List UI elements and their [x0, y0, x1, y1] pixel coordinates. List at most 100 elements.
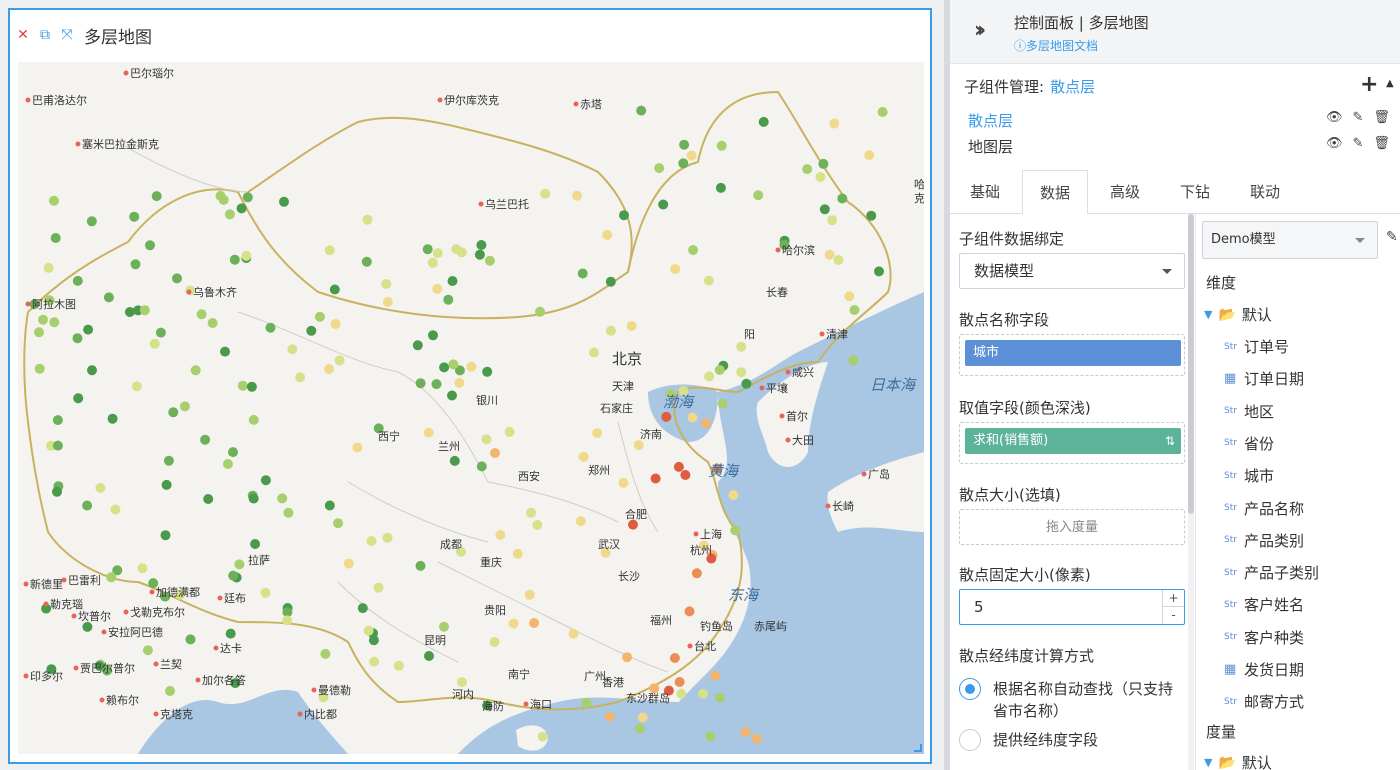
scatter-point[interactable] — [260, 475, 271, 486]
scatter-point[interactable] — [73, 393, 84, 404]
scatter-point[interactable] — [415, 560, 426, 571]
scatter-point[interactable] — [618, 477, 629, 488]
scatter-point[interactable] — [529, 618, 540, 628]
scatter-point[interactable] — [700, 418, 711, 429]
scatter-point[interactable] — [83, 324, 94, 335]
scatter-point[interactable] — [38, 314, 48, 325]
scatter-point[interactable] — [705, 731, 716, 742]
scatter-point[interactable] — [592, 428, 603, 439]
scatter-point[interactable] — [622, 652, 633, 663]
eye-icon[interactable]: 👁 — [1326, 110, 1343, 125]
scatter-point[interactable] — [578, 451, 589, 462]
edit-icon[interactable]: ✎ — [1353, 110, 1364, 125]
scatter-point[interactable] — [260, 587, 271, 598]
scatter-point[interactable] — [423, 427, 434, 438]
scatter-point[interactable] — [684, 606, 695, 617]
decrement-icon[interactable]: - — [1163, 607, 1184, 624]
scatter-point[interactable] — [366, 536, 377, 546]
scatter-point[interactable] — [489, 637, 500, 647]
dimension-field[interactable]: Str 产品名称 — [1224, 498, 1304, 519]
scatter-point[interactable] — [678, 158, 689, 169]
edit-icon[interactable]: ✎ — [1353, 136, 1364, 151]
scatter-point[interactable] — [526, 507, 536, 518]
scatter-point[interactable] — [324, 500, 335, 511]
layer-item-map[interactable]: 地图层 👁 ✎ 🗑 — [968, 136, 1390, 157]
scatter-point[interactable] — [688, 245, 699, 255]
scatter-point[interactable] — [369, 656, 380, 667]
scatter-point[interactable] — [234, 559, 245, 570]
scatter-point[interactable] — [229, 254, 240, 265]
scatter-point[interactable] — [802, 164, 813, 175]
sort-icon[interactable]: ⇅ — [1165, 428, 1175, 454]
radio-checked-icon[interactable] — [959, 678, 981, 700]
scatter-point[interactable] — [203, 494, 214, 504]
tab-advanced[interactable]: 高级 — [1092, 170, 1158, 214]
scatter-point[interactable] — [602, 229, 613, 240]
scatter-point[interactable] — [637, 712, 648, 723]
scatter-point[interactable] — [633, 440, 644, 451]
dimension-field[interactable]: Str 城市 — [1224, 465, 1274, 486]
scatter-point[interactable] — [361, 256, 372, 267]
scatter-point[interactable] — [670, 264, 681, 274]
dimension-folder[interactable]: ▼ 📂 默认 — [1204, 304, 1272, 325]
scatter-point[interactable] — [196, 309, 207, 320]
scatter-point[interactable] — [241, 250, 252, 261]
scatter-point[interactable] — [422, 244, 433, 255]
tab-drilldown[interactable]: 下钻 — [1162, 170, 1228, 214]
scatter-point[interactable] — [673, 461, 684, 472]
scatter-point[interactable] — [228, 570, 239, 581]
scatter-point[interactable] — [589, 347, 599, 358]
scatter-point[interactable] — [50, 233, 61, 243]
scatter-point[interactable] — [490, 448, 500, 458]
dimension-field[interactable]: Str 邮寄方式 — [1224, 691, 1304, 712]
tab-basic[interactable]: 基础 — [950, 170, 1020, 214]
scatter-point[interactable] — [669, 653, 680, 663]
scatter-point[interactable] — [466, 361, 477, 372]
scatter-point[interactable] — [242, 192, 253, 203]
scatter-point[interactable] — [427, 257, 438, 268]
scatter-point[interactable] — [432, 248, 443, 259]
scatter-point[interactable] — [698, 688, 708, 699]
scatter-point[interactable] — [626, 321, 637, 331]
scatter-point[interactable] — [716, 140, 727, 151]
scatter-point[interactable] — [139, 305, 150, 316]
scatter-point[interactable] — [87, 365, 97, 376]
scatter-point[interactable] — [330, 319, 341, 329]
scatter-point[interactable] — [52, 415, 63, 426]
scatter-point[interactable] — [86, 216, 97, 227]
scatter-point[interactable] — [447, 390, 457, 401]
scatter-point[interactable] — [710, 670, 721, 681]
copy-icon[interactable]: ⧉ — [38, 28, 52, 42]
scatter-point[interactable] — [504, 426, 515, 437]
scatter-point[interactable] — [482, 366, 493, 377]
scatter-point[interactable] — [279, 196, 289, 207]
scatter-point[interactable] — [151, 191, 162, 202]
scatter-point[interactable] — [815, 172, 826, 182]
scatter-point[interactable] — [382, 296, 393, 307]
scatter-point[interactable] — [728, 490, 739, 501]
scatter-point[interactable] — [34, 363, 45, 374]
scatter-point[interactable] — [654, 163, 665, 174]
scatter-point[interactable] — [393, 660, 404, 671]
scatter-point[interactable] — [222, 459, 233, 469]
doc-link[interactable]: ⓘ多层地图文档 — [1014, 37, 1098, 54]
collapse-up-icon[interactable]: ▲ — [1386, 78, 1394, 89]
scatter-point[interactable] — [431, 379, 442, 390]
scatter-point[interactable] — [72, 333, 83, 344]
dimension-field[interactable]: Str 地区 — [1224, 401, 1274, 422]
scatter-point[interactable] — [736, 367, 747, 378]
scatter-point[interactable] — [49, 317, 60, 328]
scatter-point[interactable] — [373, 582, 384, 593]
scatter-point[interactable] — [287, 344, 298, 355]
scatter-point[interactable] — [179, 401, 190, 412]
scatter-point[interactable] — [190, 365, 201, 376]
scatter-point[interactable] — [110, 504, 121, 515]
scatter-point[interactable] — [161, 479, 172, 490]
scatter-point[interactable] — [145, 240, 155, 251]
trash-icon[interactable]: 🗑 — [1373, 136, 1390, 151]
doc-link-label[interactable]: 多层地图文档 — [1026, 39, 1098, 53]
scatter-point[interactable] — [129, 211, 140, 222]
scatter-point[interactable] — [753, 190, 764, 201]
radio-manual-latlng[interactable]: 提供经纬度字段 — [959, 729, 1185, 751]
scatter-point[interactable] — [581, 698, 592, 708]
